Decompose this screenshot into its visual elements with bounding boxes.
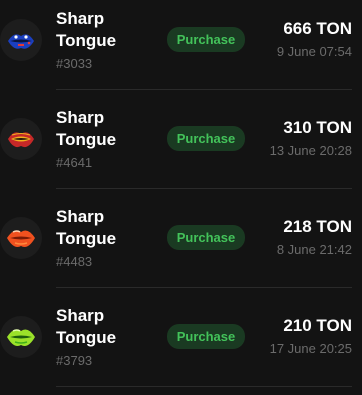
purchase-button[interactable]: Purchase — [167, 27, 245, 52]
item-number: #3793 — [56, 353, 93, 368]
item-price: 218 TON — [283, 217, 352, 236]
item-name: Sharp Tongue — [56, 108, 117, 149]
purchase-button[interactable]: Purchase — [167, 324, 245, 349]
divider — [56, 89, 352, 90]
item-price: 666 TON — [283, 19, 352, 38]
list-item[interactable]: Sharp Tongue #4483 Purchase 218 TON 8 Ju… — [0, 198, 362, 296]
list-item[interactable]: Sharp Tongue #3033 Purchase 666 TON 9 Ju… — [0, 0, 362, 98]
item-number: #4641 — [56, 155, 93, 170]
list-item[interactable]: Sharp Tongue #4641 Purchase 310 TON 13 J… — [0, 99, 362, 197]
item-date: 9 June 07:54 — [276, 44, 352, 59]
purchase-button[interactable]: Purchase — [167, 126, 245, 151]
divider — [56, 287, 352, 288]
item-number: #4483 — [56, 254, 93, 269]
nft-sales-list: Sharp Tongue #3033 Purchase 666 TON 9 Ju… — [0, 0, 362, 393]
item-date: 17 June 20:25 — [269, 341, 352, 356]
lips-green-icon — [0, 316, 42, 358]
item-price: 310 TON — [283, 118, 352, 137]
item-price: 210 TON — [283, 316, 352, 335]
item-name: Sharp Tongue — [56, 207, 117, 248]
divider — [56, 386, 352, 387]
item-date: 13 June 20:28 — [269, 143, 352, 158]
lips-blue-flag-icon — [0, 19, 42, 61]
list-item[interactable]: Sharp Tongue #3793 Purchase 210 TON 17 J… — [0, 297, 362, 395]
item-number: #3033 — [56, 56, 93, 71]
lips-red-gold-icon — [0, 118, 42, 160]
divider — [56, 188, 352, 189]
lips-orange-icon — [0, 217, 42, 259]
purchase-button[interactable]: Purchase — [167, 225, 245, 250]
item-date: 8 June 21:42 — [276, 242, 352, 257]
item-name: Sharp Tongue — [56, 306, 117, 347]
item-name: Sharp Tongue — [56, 9, 117, 50]
